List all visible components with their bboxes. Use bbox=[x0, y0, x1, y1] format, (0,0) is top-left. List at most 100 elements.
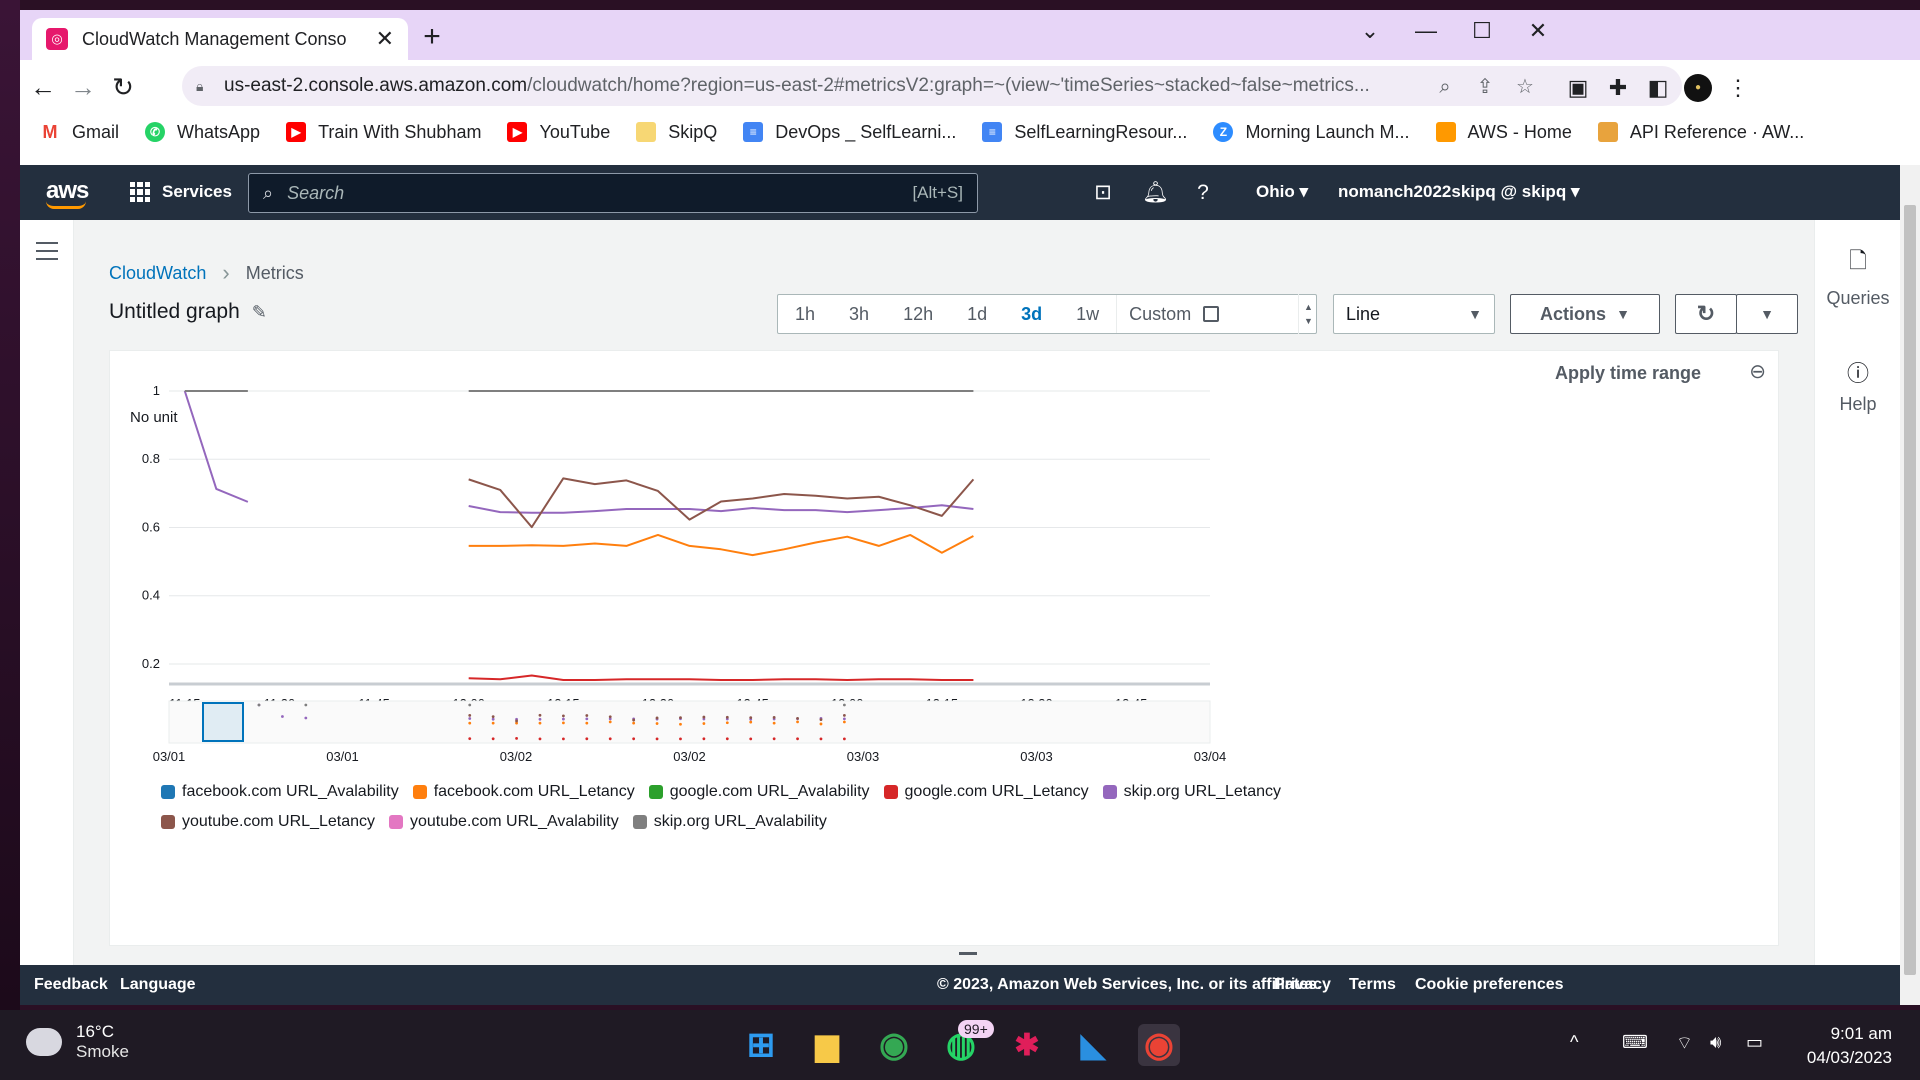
actions-button[interactable]: Actions ▼ bbox=[1510, 294, 1660, 334]
bookmark-item[interactable]: ≡ DevOps _ SelfLearni... bbox=[743, 122, 956, 143]
navigator-point bbox=[608, 737, 612, 741]
navigator-point bbox=[796, 720, 799, 724]
terms-link[interactable]: Terms bbox=[1349, 976, 1396, 994]
refresh-button[interactable]: ↻ bbox=[1675, 294, 1737, 334]
notifications-bell-icon[interactable]: 🔔︎ bbox=[1142, 180, 1169, 206]
reload-button[interactable]: ↻ bbox=[106, 70, 140, 104]
navigator-point bbox=[772, 737, 776, 741]
services-menu-button[interactable]: Services bbox=[130, 182, 232, 202]
legend-item[interactable]: skip.org URL_Letancy bbox=[1102, 783, 1281, 801]
chrome-icon[interactable]: ◉ bbox=[873, 1024, 915, 1066]
youtube-icon: ▶ bbox=[507, 122, 528, 142]
new-tab-button[interactable]: + bbox=[412, 20, 452, 54]
close-tab-icon[interactable]: ✕ bbox=[376, 26, 394, 52]
wifi-icon[interactable]: ⌔ bbox=[1676, 1032, 1693, 1055]
privacy-link[interactable]: Privacy bbox=[1274, 976, 1331, 994]
forward-button[interactable]: → bbox=[66, 70, 100, 104]
bookmark-item[interactable]: ▶ YouTube bbox=[507, 122, 610, 143]
side-panel-icon[interactable]: ◧ bbox=[1644, 74, 1672, 102]
legend-item[interactable]: google.com URL_Letancy bbox=[883, 783, 1089, 801]
bookmark-item[interactable]: Z Morning Launch M... bbox=[1213, 122, 1410, 143]
account-menu[interactable]: nomanch2022skipq @ skipq ▾ bbox=[1338, 182, 1579, 202]
timezone-stepper[interactable]: ▲ ▼ bbox=[1298, 294, 1318, 334]
legend-item[interactable]: youtube.com URL_Letancy bbox=[161, 813, 375, 831]
navigator-point bbox=[749, 716, 753, 719]
navigator-point bbox=[562, 737, 565, 741]
navigator-point bbox=[842, 713, 846, 717]
file-explorer-icon[interactable]: ▆ bbox=[806, 1024, 848, 1066]
custom-range-button[interactable]: Custom bbox=[1116, 295, 1231, 333]
keyboard-icon[interactable]: ⌨ bbox=[1622, 1032, 1648, 1053]
avatar[interactable]: ● bbox=[1684, 74, 1712, 102]
breadcrumb-current: Metrics bbox=[245, 262, 304, 283]
battery-icon[interactable]: ▭ bbox=[1746, 1032, 1763, 1053]
time-range-1h[interactable]: 1h bbox=[778, 295, 832, 333]
time-range-1w[interactable]: 1w bbox=[1059, 295, 1116, 333]
navigator-point bbox=[679, 737, 682, 741]
menu-kebab-icon[interactable]: ⋮ bbox=[1724, 74, 1752, 102]
bookmark-item[interactable]: API Reference · AW... bbox=[1597, 122, 1804, 143]
bookmark-item[interactable]: ✆ WhatsApp bbox=[145, 122, 260, 143]
resize-handle[interactable] bbox=[959, 952, 977, 955]
scrollbar-thumb[interactable] bbox=[1904, 205, 1916, 975]
cloudshell-icon[interactable]: ⊡ bbox=[1090, 180, 1116, 206]
time-range-3h[interactable]: 3h bbox=[832, 295, 886, 333]
navigator-point bbox=[608, 720, 612, 724]
refresh-options-button[interactable]: ▼ bbox=[1736, 294, 1798, 334]
vscode-icon[interactable]: ◣ bbox=[1072, 1024, 1114, 1066]
system-clock[interactable]: 9:01 am 04/03/2023 bbox=[1790, 1022, 1892, 1070]
legend-item[interactable]: facebook.com URL_Letancy bbox=[412, 783, 635, 801]
tray-chevron-icon[interactable]: ^ bbox=[1570, 1032, 1578, 1053]
bookmark-item[interactable]: SkipQ bbox=[636, 122, 717, 143]
share-icon[interactable]: ⇪ bbox=[1472, 74, 1498, 100]
weather-widget[interactable]: 16°C Smoke bbox=[26, 1022, 129, 1062]
time-range-3d[interactable]: 3d bbox=[1004, 295, 1059, 333]
maximize-button[interactable]: ☐ bbox=[1452, 16, 1512, 46]
time-range-1d[interactable]: 1d bbox=[950, 295, 1004, 333]
close-window-button[interactable]: ✕ bbox=[1508, 16, 1568, 46]
feedback-link[interactable]: Feedback bbox=[34, 976, 108, 994]
volume-icon[interactable]: 🔊︎ bbox=[1710, 1032, 1721, 1053]
metrics-line-chart[interactable]: 0.20.40.60.8111:1511:3011:4512:0012:1512… bbox=[110, 351, 1780, 781]
slack-icon[interactable]: ✱ bbox=[1006, 1024, 1048, 1066]
tab-search-chevron-icon[interactable]: ⌄ bbox=[1340, 16, 1400, 46]
aws-search-input[interactable]: ⌕ Search [Alt+S] bbox=[248, 173, 978, 213]
extensions-puzzle-icon[interactable]: ✚ bbox=[1604, 74, 1632, 102]
navigator-point bbox=[538, 721, 542, 725]
legend-item[interactable]: youtube.com URL_Avalability bbox=[389, 813, 619, 831]
zoom-magnifier-icon[interactable]: ⌕ bbox=[1432, 74, 1458, 100]
bookmark-item[interactable]: M Gmail bbox=[40, 122, 119, 143]
edit-title-icon[interactable]: ✎ bbox=[252, 302, 267, 323]
profile-extension-icon[interactable]: ▣ bbox=[1564, 74, 1592, 102]
help-panel-button[interactable]: ⓘ Help bbox=[1815, 356, 1901, 415]
chart-type-select[interactable]: Line ▼ bbox=[1333, 294, 1495, 334]
breadcrumb-cloudwatch-link[interactable]: CloudWatch bbox=[109, 263, 206, 284]
navigator-point bbox=[819, 722, 823, 726]
legend-item[interactable]: facebook.com URL_Avalability bbox=[161, 783, 399, 801]
browser-tab-cloudwatch[interactable]: ◎ CloudWatch Management Conso ✕ bbox=[32, 18, 408, 60]
minimize-button[interactable]: — bbox=[1396, 16, 1456, 46]
navigator-point bbox=[491, 717, 495, 721]
bookmark-star-icon[interactable]: ☆ bbox=[1512, 74, 1538, 100]
legend-item[interactable]: skip.org URL_Avalability bbox=[632, 813, 827, 831]
help-icon[interactable]: ? bbox=[1190, 180, 1216, 206]
queries-panel-button[interactable]: 🗋︎ Queries bbox=[1815, 244, 1901, 309]
language-link[interactable]: Language bbox=[120, 976, 196, 994]
chrome-active-icon[interactable]: ◉ bbox=[1138, 1024, 1180, 1066]
back-button[interactable]: ← bbox=[26, 70, 60, 104]
hamburger-menu-icon[interactable] bbox=[36, 242, 58, 260]
bookmark-item[interactable]: AWS - Home bbox=[1435, 122, 1572, 143]
region-label: Ohio bbox=[1256, 182, 1295, 201]
windows-start-icon[interactable]: ⊞ bbox=[740, 1024, 782, 1066]
bookmark-item[interactable]: ≡ SelfLearningResour... bbox=[982, 122, 1187, 143]
aws-logo[interactable]: aws bbox=[46, 177, 89, 209]
bookmark-item[interactable]: ▶ Train With Shubham bbox=[286, 122, 481, 143]
time-range-12h[interactable]: 12h bbox=[886, 295, 950, 333]
region-selector[interactable]: Ohio ▾ bbox=[1256, 182, 1308, 202]
cookie-preferences-link[interactable]: Cookie preferences bbox=[1415, 976, 1564, 994]
page-scrollbar[interactable] bbox=[1900, 165, 1920, 1005]
legend-item[interactable]: google.com URL_Avalability bbox=[648, 783, 870, 801]
navigator-point bbox=[491, 715, 495, 718]
bookmark-label: WhatsApp bbox=[177, 121, 261, 142]
navigator-point bbox=[749, 720, 753, 724]
